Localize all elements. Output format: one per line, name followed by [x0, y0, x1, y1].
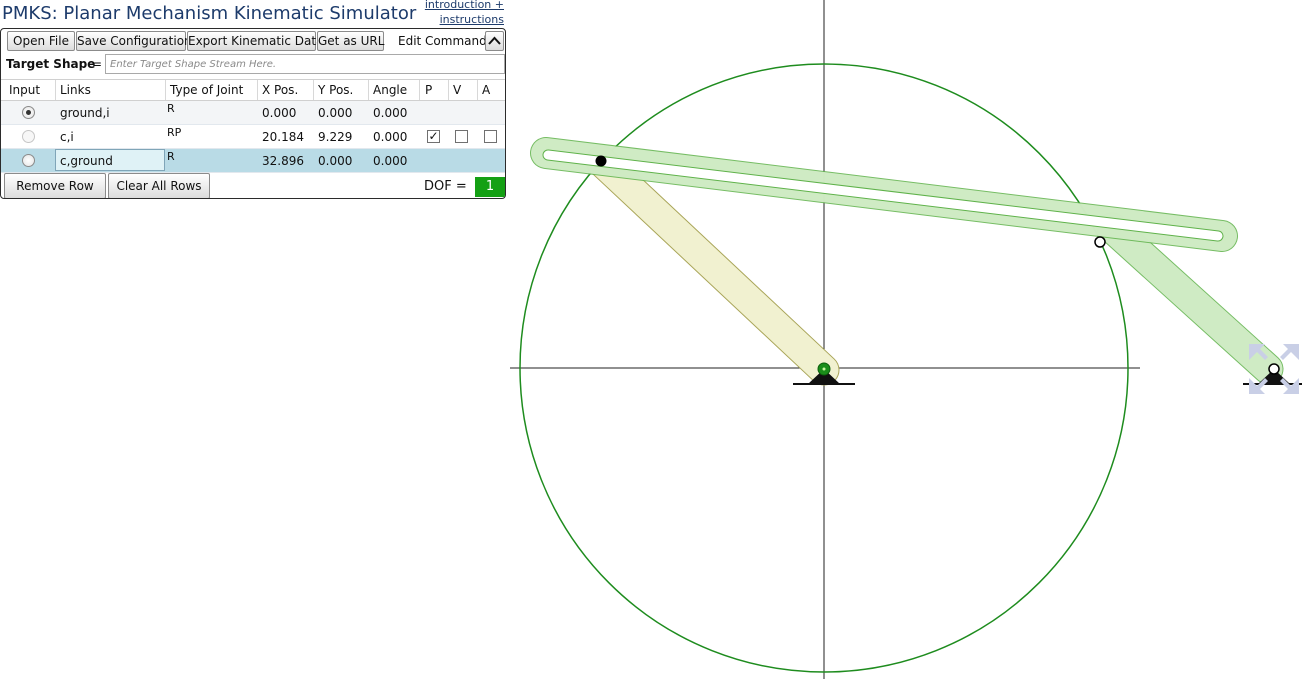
ground-joint-marker[interactable]	[1268, 363, 1280, 375]
links-cell[interactable]: c,i	[60, 129, 74, 145]
input-joint-dot	[822, 367, 826, 371]
links-cell[interactable]: c,ground	[60, 153, 113, 169]
introduction-link[interactable]: introduction + instructions	[424, 0, 504, 27]
angle-cell[interactable]: 0.000	[373, 105, 407, 121]
header-v: V	[453, 83, 462, 97]
header-type-of-joint: Type of Joint	[170, 83, 244, 97]
p-checkbox[interactable]: ✓	[427, 130, 440, 143]
input-radio[interactable]	[22, 106, 35, 119]
input-radio[interactable]	[22, 130, 35, 143]
header-angle: Angle	[373, 83, 408, 97]
header-p: P	[425, 83, 433, 97]
rocker-link-fill	[1097, 213, 1283, 384]
x-pos-cell[interactable]: 0.000	[262, 105, 296, 121]
joint-table-panel: Open File Save Configuration Export Kine…	[0, 28, 506, 199]
dof-value: 1	[475, 177, 505, 197]
header-x-pos: X Pos.	[262, 83, 299, 97]
remove-row-button[interactable]: Remove Row	[4, 173, 106, 198]
app-title: PMKS: Planar Mechanism Kinematic Simulat…	[2, 3, 417, 24]
edit-commands-label[interactable]: Edit Commands	[398, 31, 493, 51]
table-row[interactable]: c,i RP 20.184 9.229 0.000 ✓	[1, 125, 505, 149]
x-pos-cell[interactable]: 32.896	[262, 153, 304, 169]
target-shape-label: Target Shape	[6, 57, 96, 71]
joint-type-cell[interactable]: R	[167, 150, 175, 163]
input-radio[interactable]	[22, 154, 35, 167]
get-as-url-button[interactable]: Get as URL	[317, 31, 384, 51]
header-input: Input	[9, 83, 41, 97]
header-links: Links	[60, 83, 91, 97]
a-checkbox[interactable]	[484, 130, 497, 143]
v-checkbox[interactable]	[455, 130, 468, 143]
open-file-button[interactable]: Open File	[7, 31, 75, 51]
angle-cell[interactable]: 0.000	[373, 129, 407, 145]
dof-label: DOF =	[424, 179, 467, 194]
target-shape-input[interactable]	[105, 54, 505, 74]
header-a: A	[482, 83, 491, 97]
table-row-selected[interactable]: c,ground R 32.896 0.000 0.000	[1, 149, 505, 173]
joint-type-cell[interactable]: RP	[167, 126, 181, 139]
rp-joint-marker[interactable]	[595, 155, 607, 167]
table-header: Input Links Type of Joint X Pos. Y Pos. …	[1, 79, 505, 101]
target-shape-equals: =	[92, 57, 103, 71]
pivot-joint-marker[interactable]	[1094, 236, 1106, 248]
save-configuration-button[interactable]: Save Configuration	[76, 31, 192, 51]
links-cell[interactable]: ground,i	[60, 105, 110, 121]
clear-all-rows-button[interactable]: Clear All Rows	[108, 173, 210, 198]
chevron-up-icon[interactable]	[485, 31, 504, 51]
y-pos-cell[interactable]: 9.229	[318, 129, 352, 145]
joint-type-cell[interactable]: R	[167, 102, 175, 115]
x-pos-cell[interactable]: 20.184	[262, 129, 304, 145]
y-pos-cell[interactable]: 0.000	[318, 153, 352, 169]
y-pos-cell[interactable]: 0.000	[318, 105, 352, 121]
angle-cell[interactable]: 0.000	[373, 153, 407, 169]
table-row[interactable]: ground,i R 0.000 0.000 0.000	[1, 101, 505, 125]
export-kinematic-data-button[interactable]: Export Kinematic Data	[187, 31, 323, 51]
header-y-pos: Y Pos.	[318, 83, 354, 97]
